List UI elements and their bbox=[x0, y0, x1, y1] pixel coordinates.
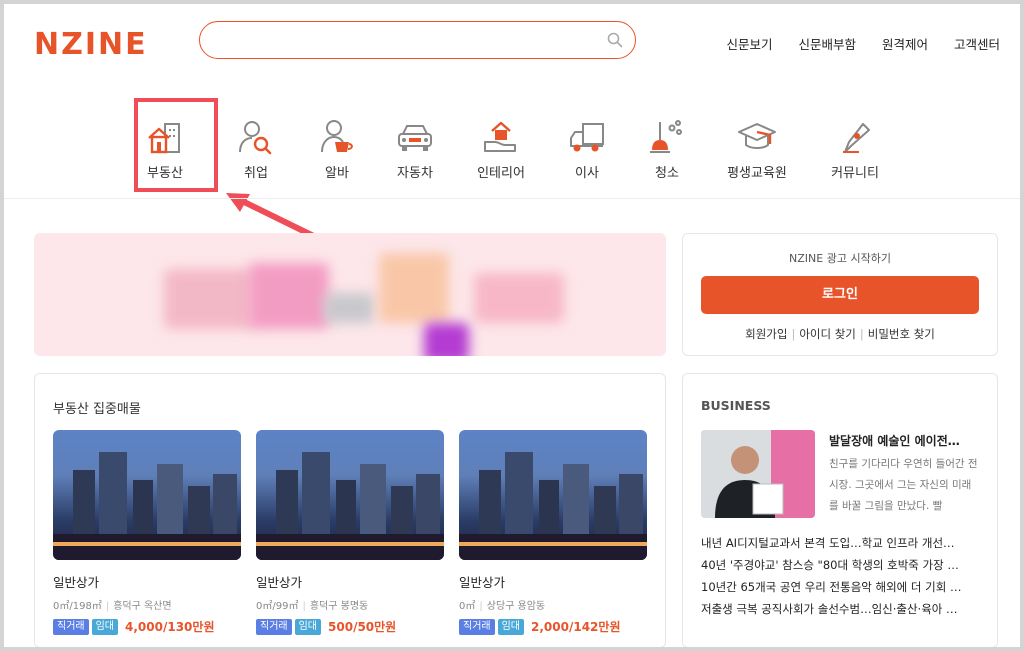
find-password-link[interactable]: 비밀번호 찾기 bbox=[868, 327, 935, 341]
listing-card[interactable]: 일반상가 0㎡/198㎡ | 흥덕구 옥산면 직거래 임대 4,000/130만원 bbox=[53, 430, 241, 635]
article-link[interactable]: 10년간 65개국 공연 우리 전통음악 해외에 더 기회 … bbox=[701, 576, 983, 598]
top-nav: 신문보기 신문배부함 원격제어 고객센터 bbox=[726, 34, 1000, 53]
category-label: 청소 bbox=[655, 166, 679, 181]
lease-badge: 임대 bbox=[91, 618, 119, 635]
signup-link[interactable]: 회원가입 bbox=[745, 327, 787, 341]
listing-price: 4,000/130만원 bbox=[125, 620, 215, 634]
find-id-link[interactable]: 아이디 찾기 bbox=[799, 327, 856, 341]
category-label: 평생교육원 bbox=[727, 166, 787, 181]
separator: | bbox=[302, 601, 306, 612]
listing-image bbox=[53, 430, 241, 560]
listing-location: 흥덕구 봉명동 bbox=[309, 601, 369, 612]
divider bbox=[4, 198, 1020, 199]
business-section: BUSINESS 발달장애 예술인 에이전… 친구를 기다리다 우연히 들어간 … bbox=[682, 373, 998, 647]
search-box[interactable] bbox=[199, 21, 636, 59]
listing-location: 상당구 용암동 bbox=[486, 601, 546, 612]
listing-tags: 직거래 임대 500/50만원 bbox=[256, 618, 444, 635]
category-label: 알바 bbox=[325, 166, 349, 181]
category-label: 자동차 bbox=[397, 166, 433, 181]
featured-article-thumbnail[interactable] bbox=[701, 430, 815, 518]
listing-price: 2,000/142만원 bbox=[531, 620, 621, 634]
ad-start-link[interactable]: NZINE 광고 시작하기 bbox=[683, 250, 997, 266]
listing-name: 일반상가 bbox=[256, 575, 303, 590]
listing-meta: 0㎡/198㎡ | 흥덕구 옥산면 bbox=[53, 597, 241, 612]
cleaning-icon bbox=[650, 120, 682, 153]
category-label: 취업 bbox=[244, 166, 268, 181]
moving-truck-icon bbox=[570, 123, 604, 152]
category-interior[interactable]: 인테리어 bbox=[456, 112, 546, 181]
category-label: 이사 bbox=[575, 166, 599, 181]
listing-tags: 직거래 임대 4,000/130만원 bbox=[53, 618, 241, 635]
ad-banner[interactable] bbox=[34, 233, 666, 356]
direct-deal-badge: 직거래 bbox=[459, 618, 495, 635]
login-button[interactable]: 로그인 bbox=[701, 276, 979, 314]
category-job[interactable]: 취업 bbox=[211, 112, 301, 181]
nzine-logo[interactable]: NZINE bbox=[34, 30, 148, 60]
category-education[interactable]: 평생교육원 bbox=[712, 112, 802, 181]
highlight-box bbox=[134, 98, 218, 192]
search-icon[interactable] bbox=[607, 32, 623, 48]
login-panel: NZINE 광고 시작하기 로그인 회원가입 | 아이디 찾기 | 비밀번호 찾기 bbox=[682, 233, 998, 356]
category-cleaning[interactable]: 청소 bbox=[622, 112, 712, 181]
listing-location: 흥덕구 옥산면 bbox=[113, 601, 172, 612]
article-link[interactable]: 40년 '주경야교' 참스승 "80대 학생의 호박죽 가장 … bbox=[701, 554, 983, 576]
category-menu: 부동산 취업 알바 자동차 인테리어 이사 청소 평생교육원 커뮤니티 bbox=[132, 112, 892, 192]
category-car[interactable]: 자동차 bbox=[370, 112, 460, 181]
listing-card[interactable]: 일반상가 0㎡/99㎡ | 흥덕구 봉명동 직거래 임대 500/50만원 bbox=[256, 430, 444, 635]
listing-image bbox=[256, 430, 444, 560]
nav-remote-control[interactable]: 원격제어 bbox=[882, 34, 928, 53]
interior-icon bbox=[484, 121, 516, 152]
account-links: 회원가입 | 아이디 찾기 | 비밀번호 찾기 bbox=[683, 326, 997, 342]
listing-area: 0㎡/99㎡ bbox=[256, 601, 299, 612]
nav-customer-center[interactable]: 고객센터 bbox=[954, 34, 1000, 53]
category-part-time[interactable]: 알바 bbox=[292, 112, 382, 181]
category-label: 인테리어 bbox=[477, 166, 525, 181]
listing-tags: 직거래 임대 2,000/142만원 bbox=[459, 618, 647, 635]
category-community[interactable]: 커뮤니티 bbox=[810, 112, 900, 181]
featured-article-title[interactable]: 발달장애 예술인 에이전… bbox=[829, 432, 985, 449]
lease-badge: 임대 bbox=[497, 618, 525, 635]
listing-name: 일반상가 bbox=[53, 575, 100, 590]
separator: | bbox=[791, 327, 796, 341]
job-search-icon bbox=[239, 121, 272, 155]
education-icon bbox=[738, 123, 776, 149]
article-link[interactable]: 내년 AI디지털교과서 본격 도입…학교 인프라 개선… bbox=[701, 532, 983, 554]
listing-meta: 0㎡/99㎡ | 흥덕구 봉명동 bbox=[256, 597, 444, 612]
listing-meta: 0㎡ | 상당구 용암동 bbox=[459, 597, 647, 612]
lease-badge: 임대 bbox=[294, 618, 322, 635]
section-title: BUSINESS bbox=[701, 398, 771, 413]
category-label: 커뮤니티 bbox=[831, 166, 879, 181]
community-icon bbox=[843, 123, 870, 153]
article-link[interactable]: 저출생 극복 공직사회가 솔선수범…임신·출산·육아 … bbox=[701, 598, 983, 620]
listing-card[interactable]: 일반상가 0㎡ | 상당구 용암동 직거래 임대 2,000/142만원 bbox=[459, 430, 647, 635]
listing-name: 일반상가 bbox=[459, 575, 506, 590]
listing-area: 0㎡ bbox=[459, 601, 476, 612]
category-moving[interactable]: 이사 bbox=[542, 112, 632, 181]
section-title: 부동산 집중매물 bbox=[53, 402, 141, 417]
direct-deal-badge: 직거래 bbox=[53, 618, 89, 635]
separator: | bbox=[859, 327, 864, 341]
nav-distribution-box[interactable]: 신문배부함 bbox=[798, 34, 856, 53]
featured-article-summary: 친구를 기다리다 우연히 들어간 전시장. 그곳에서 그는 자신의 미래를 바꿀… bbox=[829, 458, 978, 512]
direct-deal-badge: 직거래 bbox=[256, 618, 292, 635]
real-estate-section: 부동산 집중매물 일반상가 0㎡/198㎡ | 흥덕구 옥산면 직거래 임대 4,000… bbox=[34, 373, 666, 647]
listing-price: 500/50만원 bbox=[328, 620, 397, 634]
separator: | bbox=[479, 601, 483, 612]
listing-image bbox=[459, 430, 647, 560]
page: NZINE 신문보기 신문배부함 원격제어 고객센터 부동산 취업 알바 자동차… bbox=[4, 4, 1020, 647]
business-article-list: 내년 AI디지털교과서 본격 도입…학교 인프라 개선… 40년 '주경야교' … bbox=[701, 532, 983, 620]
listing-area: 0㎡/198㎡ bbox=[53, 601, 102, 612]
part-time-icon bbox=[321, 120, 353, 153]
nav-newspaper[interactable]: 신문보기 bbox=[726, 34, 772, 53]
search-input[interactable] bbox=[216, 28, 596, 52]
separator: | bbox=[105, 601, 110, 612]
car-icon bbox=[398, 125, 432, 151]
